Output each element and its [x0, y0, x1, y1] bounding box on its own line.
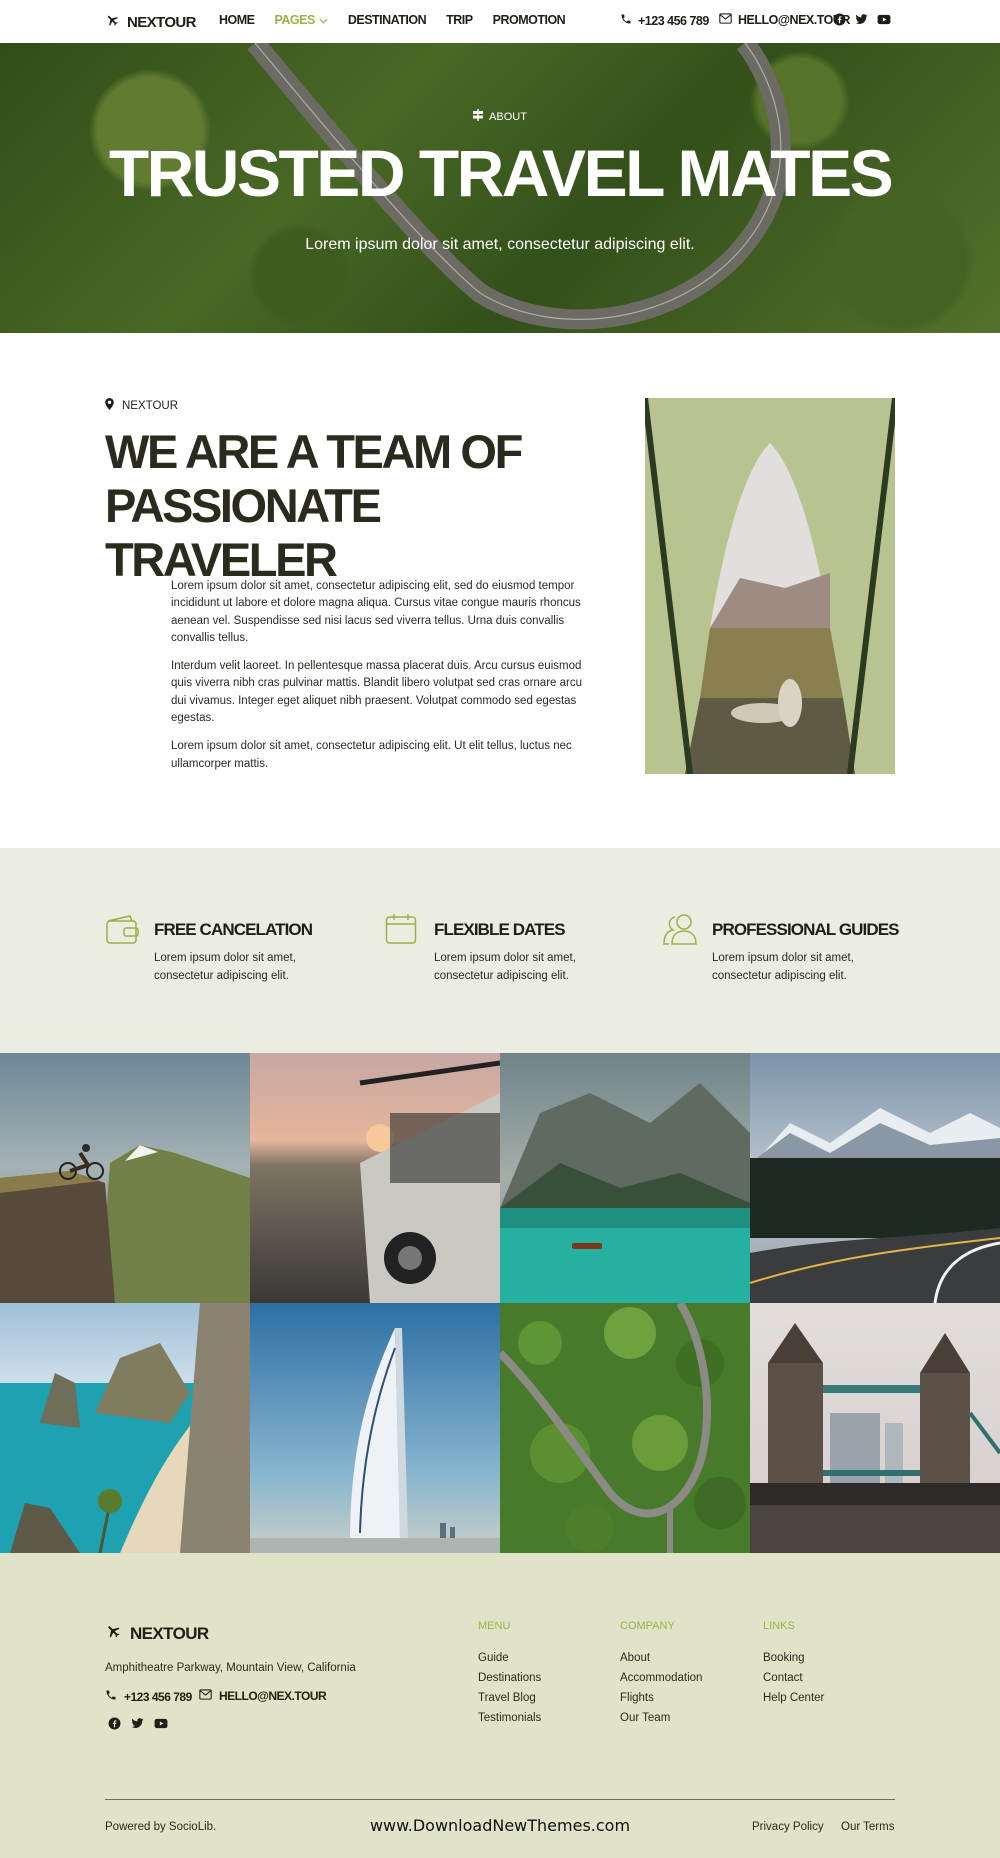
facebook-icon[interactable]: [108, 1717, 121, 1735]
footer-link[interactable]: Flights: [620, 1688, 702, 1708]
footer-column-links: LINKS Booking Contact Help Center: [763, 1620, 824, 1708]
footer-email[interactable]: HELLO@NEX.TOUR: [199, 1689, 327, 1703]
about-eyebrow-text: NEXTOUR: [122, 399, 179, 412]
footer-brand-name: NEXTOUR: [130, 1623, 209, 1643]
about-paragraph: Interdum velit laoreet. In pellentesque …: [171, 660, 582, 725]
nav-email[interactable]: HELLO@NEX.TOUR: [719, 13, 850, 27]
footer-email-text: HELLO@NEX.TOUR: [219, 1689, 327, 1703]
about-title-line: WE ARE A TEAM OF: [105, 425, 523, 478]
youtube-icon[interactable]: [154, 1717, 168, 1735]
nav-phone-text: +123 456 789: [638, 13, 709, 28]
main-menu: HOME PAGES DESTINATION TRIP PROMOTION: [219, 13, 566, 27]
feature-description: Lorem ipsum dolor sit amet, consectetur …: [434, 952, 576, 982]
about-title: WE ARE A TEAM OF PASSIONATE TRAVELER: [105, 425, 525, 587]
footer-link[interactable]: Travel Blog: [478, 1688, 541, 1708]
footer-link[interactable]: Destinations: [478, 1668, 541, 1688]
phone-icon: [105, 1689, 117, 1704]
hero-title: TRUSTED TRAVEL MATES: [108, 136, 894, 210]
calendar-icon: [385, 913, 417, 950]
mail-icon: [199, 1689, 212, 1703]
feature-title: FREE CANCELATION: [154, 920, 313, 939]
footer-brand-logo[interactable]: NEXTOUR: [105, 1623, 209, 1644]
feature-title: FLEXIBLE DATES: [434, 920, 566, 939]
footer-link[interactable]: Guide: [478, 1648, 541, 1668]
brand-name: NEXTOUR: [127, 13, 196, 31]
hero-eyebrow-text: ABOUT: [489, 110, 527, 123]
footer-link[interactable]: Accommodation: [620, 1668, 702, 1688]
privacy-policy-link[interactable]: Privacy Policy: [752, 1821, 824, 1833]
site-footer: NEXTOUR Amphitheatre Parkway, Mountain V…: [0, 1553, 1000, 1858]
footer-phone-text: +123 456 789: [124, 1689, 192, 1704]
nav-phone[interactable]: +123 456 789: [620, 13, 709, 28]
phone-icon: [620, 13, 632, 28]
footer-column-heading: MENU: [478, 1620, 511, 1632]
map-pin-icon: [105, 398, 114, 413]
hero-banner: ABOUT TRUSTED TRAVEL MATES Lorem ipsum d…: [0, 43, 1000, 333]
gallery-photo-mountain-lake[interactable]: [500, 1053, 750, 1303]
mail-icon: [719, 13, 732, 27]
terms-link[interactable]: Our Terms: [841, 1821, 894, 1833]
feature-title: PROFESSIONAL GUIDES: [712, 920, 900, 939]
signpost-icon: [473, 109, 484, 124]
footer-column-menu: MENU Guide Destinations Travel Blog Test…: [478, 1620, 541, 1728]
footer-divider: [105, 1799, 895, 1800]
tent-view-image: [645, 398, 895, 774]
about-title-line: PASSIONATE TRAVELER: [105, 479, 382, 586]
about-body: Lorem ipsum dolor sit amet, consectetur …: [171, 578, 585, 784]
nav-item-label: PAGES: [274, 13, 316, 27]
nav-item-promotion[interactable]: PROMOTION: [493, 13, 566, 27]
footer-link[interactable]: Booking: [763, 1648, 824, 1668]
facebook-icon[interactable]: [833, 13, 846, 31]
gallery-photo-mountain-road[interactable]: [750, 1053, 1000, 1303]
footer-link[interactable]: Our Team: [620, 1708, 702, 1728]
footer-column-heading: COMPANY: [620, 1620, 675, 1632]
youtube-icon[interactable]: [877, 13, 891, 31]
nav-item-label: DESTINATION: [347, 13, 427, 27]
features-section: FREE CANCELATION Lorem ipsum dolor sit a…: [0, 848, 1000, 1053]
footer-link[interactable]: Testimonials: [478, 1708, 541, 1728]
nav-item-label: TRIP: [446, 13, 473, 27]
chevron-down-icon: [319, 13, 328, 27]
brand-logo[interactable]: NEXTOUR: [105, 12, 196, 32]
footer-column-heading: LINKS: [763, 1620, 795, 1632]
nav-social-links: [833, 13, 891, 31]
wallet-icon: [105, 913, 139, 950]
photo-gallery: [0, 1053, 1000, 1553]
footer-link[interactable]: Contact: [763, 1668, 824, 1688]
nav-item-label: PROMOTION: [492, 13, 566, 27]
about-eyebrow: NEXTOUR: [105, 398, 178, 413]
twitter-icon[interactable]: [131, 1717, 144, 1735]
footer-column-company: COMPANY About Accommodation Flights Our …: [620, 1620, 702, 1728]
top-navbar: NEXTOUR HOME PAGES DESTINATION TRIP PROM…: [0, 0, 1000, 43]
nav-item-home[interactable]: HOME: [219, 13, 255, 27]
feature-description: Lorem ipsum dolor sit amet, consectetur …: [712, 952, 854, 982]
nav-item-trip[interactable]: TRIP: [446, 13, 473, 27]
gallery-photo-beach-cliffs[interactable]: [0, 1303, 250, 1553]
footer-phone[interactable]: +123 456 789: [105, 1689, 192, 1704]
gallery-photo-cyclist-cliff[interactable]: [0, 1053, 250, 1303]
nav-item-label: HOME: [219, 13, 255, 27]
plane-icon: [105, 13, 120, 32]
plane-icon: [105, 1623, 122, 1644]
gallery-photo-forest-road[interactable]: [500, 1303, 750, 1553]
nav-item-pages[interactable]: PAGES: [275, 13, 328, 27]
footer-link[interactable]: About: [620, 1648, 702, 1668]
footer-address: Amphitheatre Parkway, Mountain View, Cal…: [105, 1662, 356, 1674]
hero-eyebrow: ABOUT: [0, 109, 1000, 124]
gallery-photo-tower-bridge[interactable]: [750, 1303, 1000, 1553]
twitter-icon[interactable]: [855, 13, 868, 31]
hero-subtitle: Lorem ipsum dolor sit amet, consectetur …: [305, 236, 695, 253]
users-icon: [663, 913, 701, 950]
nav-item-destination[interactable]: DESTINATION: [347, 13, 427, 27]
about-paragraph: Lorem ipsum dolor sit amet, consectetur …: [171, 740, 572, 770]
gallery-photo-burj-al-arab[interactable]: [250, 1303, 500, 1553]
about-paragraph: Lorem ipsum dolor sit amet, consectetur …: [171, 580, 581, 644]
gallery-photo-jeep-sunset[interactable]: [250, 1053, 500, 1303]
feature-description: Lorem ipsum dolor sit amet, consectetur …: [154, 952, 296, 982]
footer-social-links: [108, 1717, 168, 1735]
footer-link[interactable]: Help Center: [763, 1688, 824, 1708]
